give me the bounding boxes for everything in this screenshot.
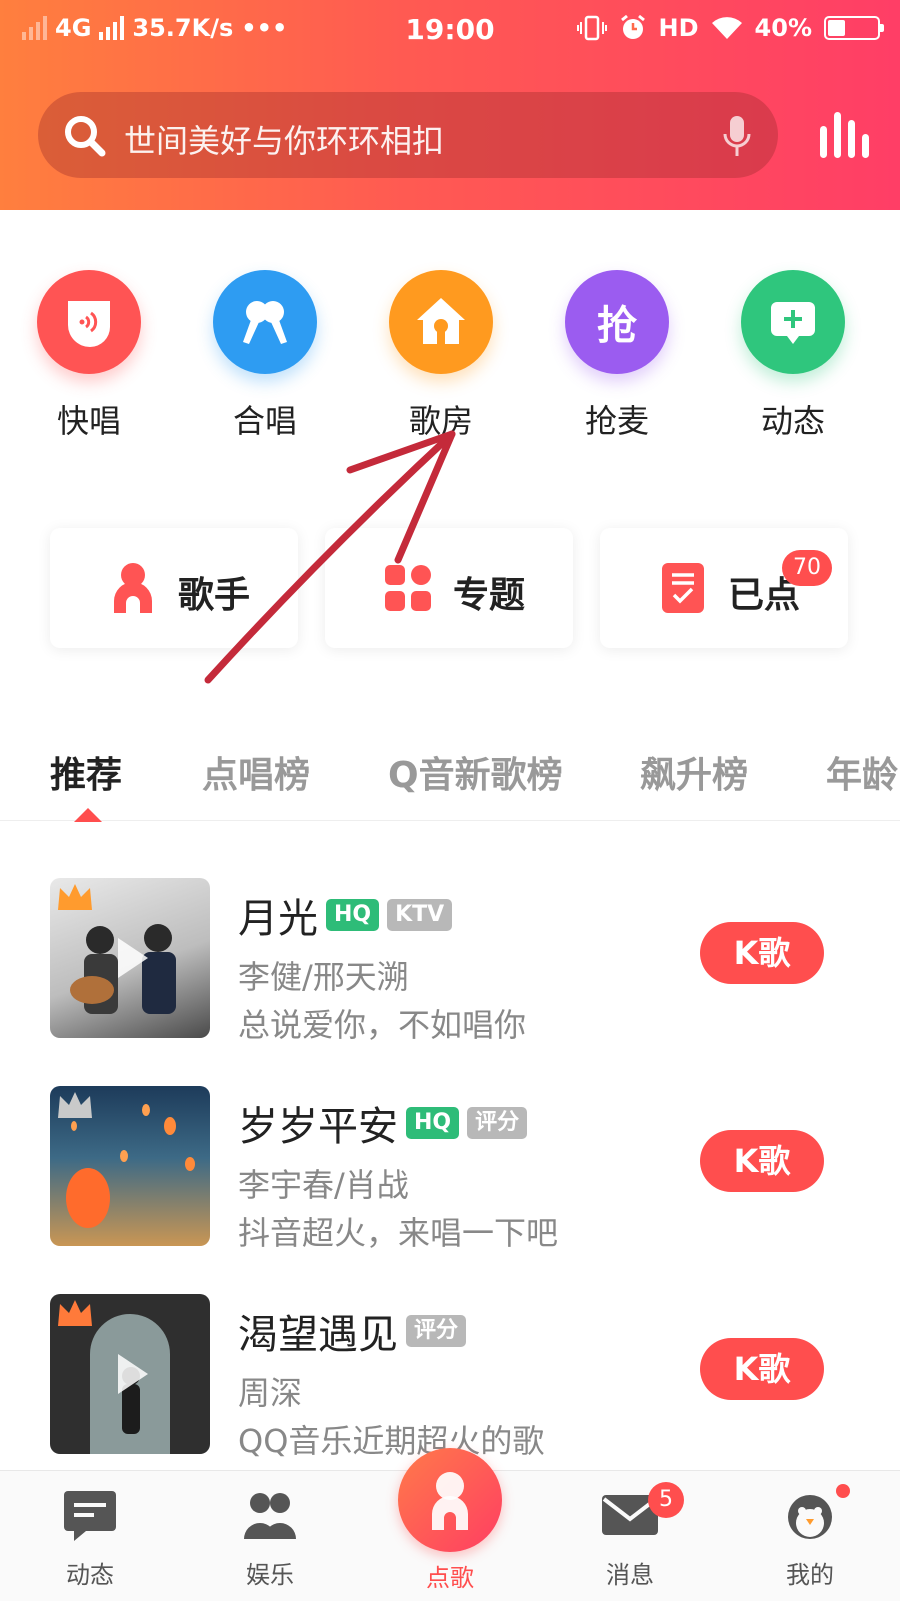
song-artist: 李健/邢天溯 xyxy=(238,958,409,996)
active-tab-indicator xyxy=(74,808,102,822)
song-item[interactable]: 渴望遇见 评分 周深 QQ音乐近期超火的歌 K歌 xyxy=(0,1294,900,1474)
profile-icon xyxy=(788,1495,832,1539)
grab-mic-icon: 抢 xyxy=(565,270,669,374)
shortcut-label: 歌房 xyxy=(408,402,473,440)
nav-label: 娱乐 xyxy=(246,1561,294,1589)
nav-profile[interactable]: 我的 xyxy=(750,1489,870,1590)
chart-tabs: 推荐 点唱榜 Q音新歌榜 飙升榜 年龄 xyxy=(0,740,900,821)
song-cover[interactable] xyxy=(50,1086,210,1246)
crown-icon xyxy=(58,1300,92,1326)
karaoke-button[interactable]: K歌 xyxy=(700,922,824,984)
battery-level xyxy=(828,20,845,36)
post-icon xyxy=(741,270,845,374)
nav-feed[interactable]: 动态 xyxy=(30,1489,150,1590)
song-room-icon xyxy=(389,270,493,374)
tab-recommend[interactable]: 推荐 xyxy=(50,746,122,798)
song-cover[interactable] xyxy=(50,878,210,1038)
song-cover[interactable] xyxy=(50,1294,210,1454)
hd-indicator: HD xyxy=(658,14,699,42)
nav-label-active[interactable]: 点歌 xyxy=(398,1558,502,1593)
play-icon xyxy=(118,938,148,978)
card-singer[interactable]: 歌手 xyxy=(50,528,298,648)
equalizer-icon[interactable] xyxy=(818,110,874,160)
nav-label: 消息 xyxy=(606,1561,654,1589)
score-tag: 评分 xyxy=(467,1107,528,1139)
ktv-tag: KTV xyxy=(387,899,453,931)
tab-request-chart[interactable]: 点唱榜 xyxy=(202,746,310,798)
song-description: 抖音超火，来唱一下吧 xyxy=(238,1214,559,1252)
song-artist: 周深 xyxy=(238,1374,303,1412)
shortcut-label: 合唱 xyxy=(232,402,297,440)
shortcut-chorus[interactable]: 合唱 xyxy=(200,270,330,442)
battery-icon xyxy=(824,16,884,40)
battery-percent: 40% xyxy=(754,14,812,42)
nav-label: 动态 xyxy=(66,1561,114,1589)
shortcut-song-room[interactable]: 歌房 xyxy=(376,270,506,442)
chorus-icon xyxy=(213,270,317,374)
shortcut-quick-sing[interactable]: 快唱 xyxy=(24,270,154,442)
song-description: 总说爱你，不如唱你 xyxy=(238,1006,527,1044)
crown-icon xyxy=(58,884,92,910)
shortcut-label: 抢麦 xyxy=(584,402,649,440)
crown-icon xyxy=(58,1092,92,1118)
song-item[interactable]: 月光 HQ KTV 李健/邢天溯 总说爱你，不如唱你 K歌 xyxy=(0,878,900,1058)
alarm-icon xyxy=(620,14,645,39)
microphone-icon[interactable] xyxy=(722,114,752,158)
song-title: 渴望遇见 评分 xyxy=(238,1302,467,1360)
karaoke-button[interactable]: K歌 xyxy=(700,1338,824,1400)
ordered-list-icon xyxy=(662,563,704,613)
header: 4G 35.7K/s ••• 19:00 HD 40% 世间美好与你环环相扣 xyxy=(0,0,900,210)
card-ordered[interactable]: 已点 70 xyxy=(600,528,848,648)
ordered-count-badge: 70 xyxy=(782,550,832,586)
tab-new-songs-chart[interactable]: Q音新歌榜 xyxy=(388,746,563,798)
vibrate-icon xyxy=(576,15,607,41)
search-bar[interactable]: 世间美好与你环环相扣 xyxy=(38,92,778,178)
sing-icon xyxy=(432,1472,468,1530)
play-icon xyxy=(118,1354,148,1394)
shortcut-label: 快唱 xyxy=(56,402,121,440)
tab-rising-chart[interactable]: 飙升榜 xyxy=(640,746,748,798)
search-icon xyxy=(65,116,106,157)
shortcut-label: 动态 xyxy=(760,402,825,440)
profile-notification-dot xyxy=(836,1484,850,1498)
score-tag: 评分 xyxy=(406,1315,467,1347)
karaoke-button[interactable]: K歌 xyxy=(700,1130,824,1192)
quick-sing-icon xyxy=(37,270,141,374)
song-artist: 李宇春/肖战 xyxy=(238,1166,409,1204)
song-title: 月光 HQ KTV xyxy=(238,886,453,944)
wifi-icon xyxy=(711,17,742,39)
hq-tag: HQ xyxy=(406,1107,460,1139)
message-count-badge: 5 xyxy=(648,1482,684,1518)
singer-icon xyxy=(114,563,152,613)
song-name: 渴望遇见 xyxy=(238,1312,398,1358)
topic-icon xyxy=(385,565,431,611)
tab-age[interactable]: 年龄 xyxy=(826,746,898,798)
hq-tag: HQ xyxy=(326,899,380,931)
nav-label: 我的 xyxy=(786,1561,834,1589)
nav-entertainment[interactable]: 娱乐 xyxy=(210,1489,330,1590)
status-bar: 4G 35.7K/s ••• 19:00 HD 40% xyxy=(0,0,900,62)
shortcut-grab-mic[interactable]: 抢 抢麦 xyxy=(552,270,682,442)
song-name: 月光 xyxy=(238,896,318,942)
card-topic[interactable]: 专题 xyxy=(325,528,573,648)
song-description: QQ音乐近期超火的歌 xyxy=(238,1422,545,1460)
feed-icon xyxy=(64,1491,116,1541)
song-item[interactable]: 岁岁平安 HQ 评分 李宇春/肖战 抖音超火，来唱一下吧 K歌 xyxy=(0,1086,900,1266)
shortcut-post[interactable]: 动态 xyxy=(728,270,858,442)
song-title: 岁岁平安 HQ 评分 xyxy=(238,1094,528,1152)
nav-sing-button[interactable] xyxy=(398,1448,502,1552)
search-input[interactable]: 世间美好与你环环相扣 xyxy=(124,116,444,162)
card-label: 专题 xyxy=(453,575,526,616)
song-name: 岁岁平安 xyxy=(238,1104,398,1150)
entertainment-icon xyxy=(244,1493,296,1539)
card-label: 歌手 xyxy=(178,575,251,616)
